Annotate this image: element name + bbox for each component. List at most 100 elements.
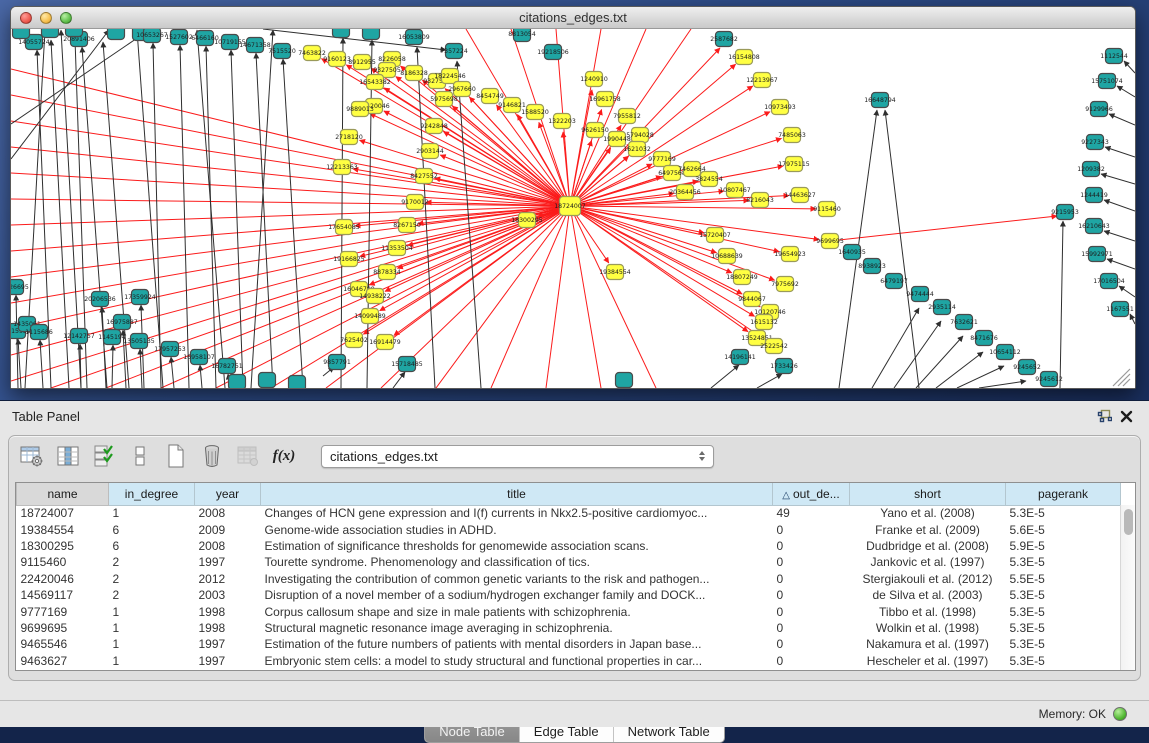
select-columns-icon[interactable] — [91, 443, 117, 469]
graph-node[interactable] — [229, 375, 246, 389]
column-header-out_de[interactable]: △out_de... — [773, 483, 850, 505]
citation-edge[interactable] — [283, 59, 303, 388]
citation-edge[interactable] — [256, 53, 273, 388]
column-header-year[interactable]: year — [195, 483, 261, 505]
graph-node[interactable] — [259, 373, 276, 388]
table-row[interactable]: 2242004622012Investigating the contribut… — [17, 571, 1121, 587]
graph-node[interactable] — [333, 29, 350, 38]
citation-edge-selected[interactable] — [570, 206, 717, 253]
graph-node[interactable] — [13, 29, 30, 39]
table-row[interactable]: 911546021997Tourette syndrome. Phenomeno… — [17, 554, 1121, 570]
citation-edge[interactable] — [1101, 174, 1135, 184]
citation-edge[interactable] — [711, 365, 739, 388]
graph-node[interactable] — [616, 373, 633, 388]
table-row[interactable]: 946362711997Embryonic stem cells: a mode… — [17, 653, 1121, 669]
table-cell: 6 — [109, 521, 195, 537]
table-selector-dropdown[interactable]: citations_edges.txt — [321, 445, 714, 468]
function-builder-icon[interactable]: f(x) — [271, 443, 297, 469]
citation-edge[interactable] — [180, 45, 189, 388]
table-row[interactable]: 1830029562008Estimation of significance … — [17, 538, 1121, 554]
citation-edge[interactable] — [1060, 221, 1063, 388]
table-row[interactable]: 946554611997Estimation of the future num… — [17, 636, 1121, 652]
column-header-in_degree[interactable]: in_degree — [109, 483, 195, 505]
table-cell: 0 — [773, 571, 850, 587]
citation-edge[interactable] — [1119, 286, 1135, 297]
citation-edge[interactable] — [231, 50, 243, 388]
graph-node[interactable] — [363, 29, 380, 40]
graph-node[interactable] — [108, 29, 125, 40]
citation-network-graph[interactable]: 1405572420891406106532671527602646616010… — [11, 29, 1135, 388]
citation-edge[interactable] — [251, 30, 273, 388]
graph-node[interactable] — [289, 376, 306, 389]
table-row[interactable]: 1872400712008Changes of HCN gene express… — [17, 505, 1121, 521]
citation-edge[interactable] — [11, 30, 109, 159]
graph-node-label: 9170012 — [401, 199, 429, 206]
citation-edge[interactable] — [1124, 61, 1135, 73]
delete-table-icon[interactable] — [199, 443, 225, 469]
citation-edge[interactable] — [979, 381, 1026, 388]
citation-edge[interactable] — [18, 339, 21, 388]
citation-edge[interactable] — [11, 199, 570, 206]
table-row[interactable]: 969969511998Structural magnetic resonanc… — [17, 620, 1121, 636]
citation-edge[interactable] — [1107, 259, 1135, 269]
column-header-short[interactable]: short — [850, 483, 1006, 505]
network-window[interactable]: citations_edges.txt 14055724208914061065… — [10, 6, 1136, 389]
citation-edge[interactable] — [341, 38, 343, 388]
citation-edge[interactable] — [916, 336, 963, 388]
citation-edge[interactable] — [1105, 147, 1135, 157]
graph-node-label: 2967660 — [448, 86, 476, 93]
citation-edge[interactable] — [885, 110, 919, 388]
table-cell: 1 — [109, 620, 195, 636]
table-scrollbar-thumb[interactable] — [1124, 509, 1133, 535]
citation-edge[interactable] — [570, 206, 656, 388]
citation-edge[interactable] — [1130, 314, 1135, 324]
citation-edge[interactable] — [367, 40, 372, 388]
citation-edge[interactable] — [197, 30, 225, 388]
citation-edge-selected[interactable] — [440, 155, 570, 206]
show-columns-icon[interactable] — [55, 443, 81, 469]
citation-edge-selected[interactable] — [370, 114, 570, 206]
graph-node-label: 19384554 — [599, 269, 631, 276]
column-header-name[interactable]: name — [17, 483, 109, 505]
citation-edge-selected[interactable] — [570, 206, 819, 240]
citation-edge[interactable] — [1117, 86, 1135, 97]
graph-node[interactable] — [66, 29, 83, 37]
citation-edge[interactable] — [1104, 231, 1135, 241]
table-cell: 2 — [109, 554, 195, 570]
citation-edge[interactable] — [570, 206, 601, 388]
window-resize-grip[interactable] — [1113, 369, 1130, 386]
column-header-title[interactable]: title — [261, 483, 773, 505]
graph-node-label: 19218506 — [537, 49, 569, 56]
column-header-pagerank[interactable]: pagerank — [1006, 483, 1121, 505]
close-panel-icon[interactable] — [1115, 406, 1137, 426]
citation-edge[interactable] — [872, 308, 919, 388]
citation-edge-selected[interactable] — [353, 169, 570, 206]
row-height-icon[interactable] — [127, 443, 153, 469]
citation-edge[interactable] — [757, 374, 782, 388]
network-canvas[interactable]: 1405572420891406106532671527602646616010… — [11, 29, 1135, 388]
float-panel-icon[interactable] — [1093, 406, 1115, 426]
new-table-icon[interactable] — [163, 443, 189, 469]
citation-edge-selected[interactable] — [570, 206, 816, 209]
citation-edge[interactable] — [1104, 200, 1135, 211]
network-window-titlebar[interactable]: citations_edges.txt — [11, 7, 1135, 29]
graph-node-label: 16914479 — [369, 339, 401, 346]
table-settings-icon[interactable] — [19, 443, 45, 469]
citation-edge-selected[interactable] — [830, 216, 1057, 241]
citation-edge[interactable] — [200, 365, 202, 388]
citation-edge-selected[interactable] — [570, 206, 779, 252]
citation-edge[interactable] — [112, 345, 113, 388]
graph-node[interactable] — [42, 29, 59, 38]
table-row[interactable]: 1938455462009Genome-wide association stu… — [17, 521, 1121, 537]
citation-edge[interactable] — [206, 46, 216, 388]
table-scrollbar[interactable] — [1120, 505, 1135, 670]
citation-edge[interactable] — [1109, 114, 1135, 125]
table-cell: Yano et al. (2008) — [850, 505, 1006, 521]
table-row[interactable]: 977716911998Corpus callosum shape and si… — [17, 603, 1121, 619]
citation-edge[interactable] — [957, 366, 1004, 388]
table-panel-body: f(x) citations_edges.txt namein_degreeye… — [8, 435, 1141, 681]
graph-node-label: 17975115 — [778, 161, 810, 168]
table-row[interactable]: 1456911722003Disruption of a novel membe… — [17, 587, 1121, 603]
citation-edge[interactable] — [140, 349, 142, 388]
graph-node-label: 17016504 — [1093, 278, 1125, 285]
